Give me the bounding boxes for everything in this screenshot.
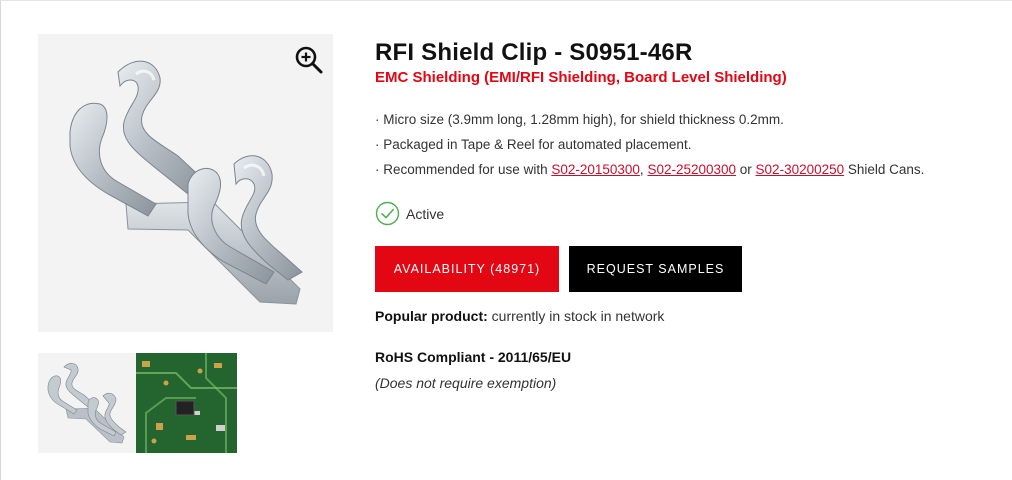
popular-label: Popular product: <box>375 308 488 324</box>
feature-item: · Packaged in Tape & Reel for automated … <box>375 137 692 152</box>
feature-item: · Recommended for use with S02-20150300,… <box>375 161 924 186</box>
shield-can-link-1[interactable]: S02-20150300 <box>551 162 640 177</box>
feature-list: · Micro size (3.9mm long, 1.28mm high), … <box>375 111 924 186</box>
rohs-title: RoHS Compliant - 2011/65/EU <box>375 349 572 365</box>
feature-item: · Micro size (3.9mm long, 1.28mm high), … <box>375 112 784 127</box>
request-samples-button[interactable]: REQUEST SAMPLES <box>569 246 742 292</box>
popular-text: currently in stock in network <box>487 308 665 324</box>
check-circle-icon <box>375 201 400 226</box>
status-label: Active <box>406 205 445 222</box>
product-category[interactable]: EMC Shielding (EMI/RFI Shielding, Board … <box>375 69 787 86</box>
zoom-in-icon[interactable] <box>293 44 325 76</box>
status-indicator: Active <box>375 201 444 226</box>
main-product-image[interactable] <box>38 34 333 332</box>
shield-can-link-3[interactable]: S02-30200250 <box>756 162 845 177</box>
popular-product-note: Popular product: currently in stock in n… <box>375 308 664 324</box>
feature-text: · Recommended for use with <box>375 162 552 177</box>
product-title: RFI Shield Clip - S0951-46R <box>375 39 693 66</box>
shield-clip-thumbnail-image <box>47 363 127 444</box>
feature-separator: or <box>736 162 756 177</box>
availability-button[interactable]: AVAILABILITY (48971) <box>375 246 559 292</box>
thumbnail-pcb[interactable] <box>136 353 237 453</box>
shield-clip-image <box>69 60 303 305</box>
page-frame: RFI Shield Clip - S0951-46R EMC Shieldin… <box>0 0 1012 480</box>
rohs-note: (Does not require exemption) <box>375 375 557 391</box>
thumbnail-product[interactable] <box>38 353 136 453</box>
pcb-application-thumbnail-image <box>136 353 237 453</box>
feature-text: Shield Cans. <box>844 162 925 177</box>
shield-can-link-2[interactable]: S02-25200300 <box>647 162 736 177</box>
